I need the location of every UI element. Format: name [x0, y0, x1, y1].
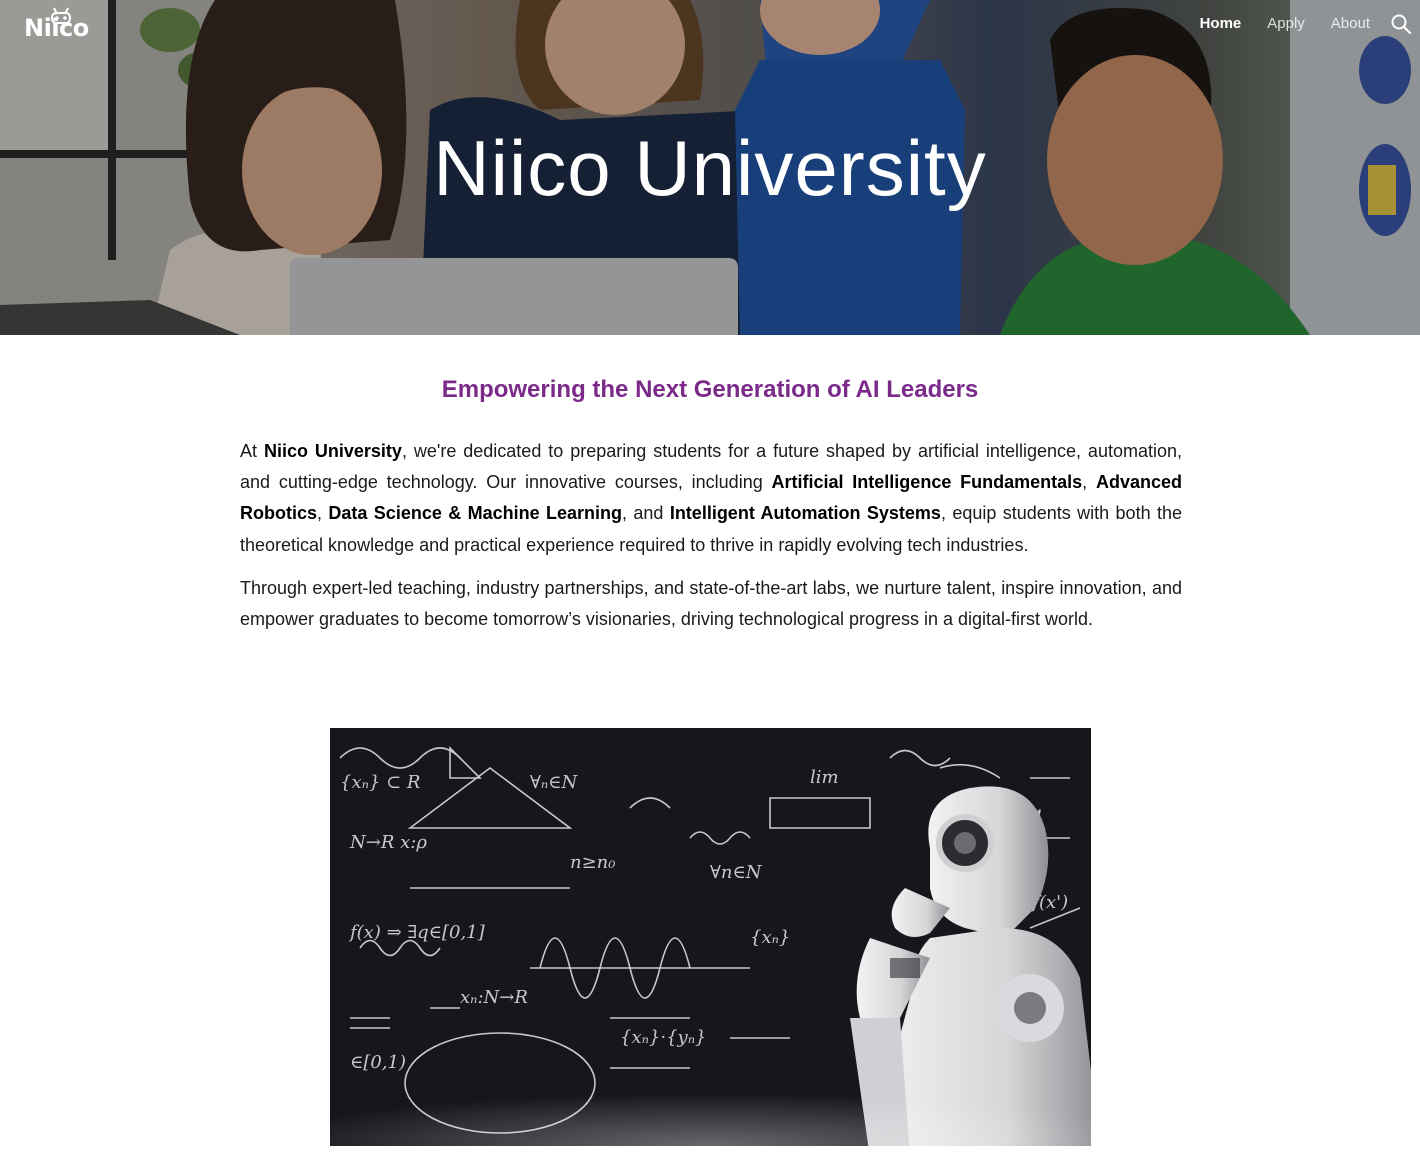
- svg-text:xₙ:N→R: xₙ:N→R: [460, 987, 528, 1008]
- logo-text: Niico: [24, 14, 89, 42]
- svg-text:N→R x:ρ: N→R x:ρ: [349, 832, 427, 853]
- text-run: At: [240, 441, 264, 461]
- svg-text:{xₙ}: {xₙ}: [750, 927, 790, 948]
- text-run: , and: [622, 503, 670, 524]
- chalkboard-robot-illustration: {xₙ} ⊂ R ∀ₙ∈N lim N→R x:ρ n≥n₀ ∀n∈N f(x)…: [330, 728, 1091, 1146]
- bold-university-name: Niico University: [263, 441, 402, 461]
- svg-text:f(x) ⇒ ∃q∈[0,1]: f(x) ⇒ ∃q∈[0,1]: [348, 922, 486, 943]
- hero-title: Niico University: [433, 124, 987, 212]
- svg-text:n≥n₀: n≥n₀: [570, 852, 615, 873]
- svg-text:∀ₙ∈N: ∀ₙ∈N: [530, 772, 578, 793]
- intro-text: At Niico University, we're dedicated to …: [240, 436, 1182, 647]
- text-run: ,: [317, 503, 329, 524]
- nav-home[interactable]: Home: [1200, 13, 1242, 35]
- bold-course-automation: Intelligent Automation Systems: [669, 503, 941, 524]
- svg-text:lim: lim: [810, 767, 839, 788]
- search-icon[interactable]: [1390, 13, 1412, 35]
- ai-robot-image: {xₙ} ⊂ R ∀ₙ∈N lim N→R x:ρ n≥n₀ ∀n∈N f(x)…: [330, 728, 1091, 1146]
- nav-about[interactable]: About: [1331, 13, 1370, 35]
- svg-text:{xₙ}·{yₙ}: {xₙ}·{yₙ}: [620, 1027, 706, 1048]
- section-heading: Empowering the Next Generation of AI Lea…: [441, 376, 979, 403]
- top-nav: Home Apply About: [1174, 13, 1412, 35]
- nav-apply[interactable]: Apply: [1267, 13, 1305, 35]
- text-run: ,: [1082, 472, 1096, 493]
- site-logo[interactable]: Niico: [24, 6, 108, 42]
- bold-course-ai: Artificial Intelligence Fundamentals: [771, 472, 1083, 493]
- svg-text:{xₙ} ⊂ R: {xₙ} ⊂ R: [340, 772, 420, 793]
- hero-banner: Niico Home Apply About Niico University: [0, 0, 1420, 335]
- intro-paragraph-2: Through expert-led teaching, industry pa…: [240, 577, 1182, 630]
- svg-text:∀n∈N: ∀n∈N: [710, 862, 763, 883]
- bold-course-data-science: Data Science & Machine Learning: [328, 503, 623, 524]
- intro-paragraph-1: At Niico University, we're dedicated to …: [240, 436, 1182, 561]
